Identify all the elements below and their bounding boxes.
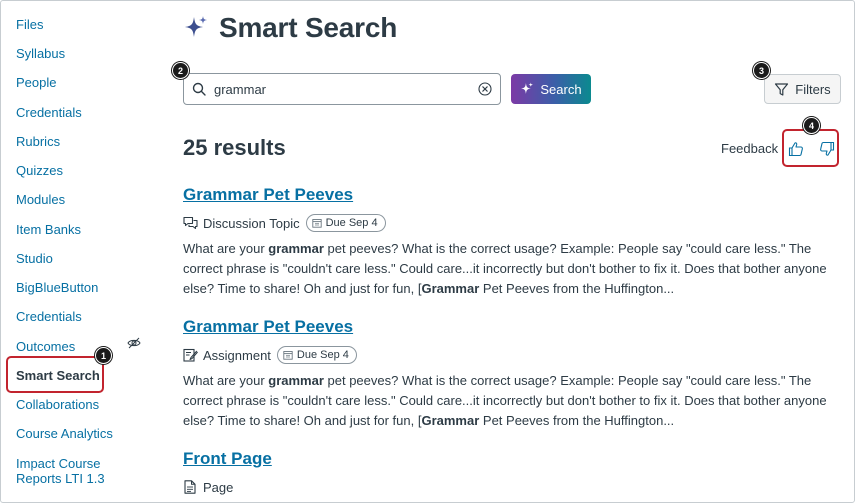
snippet-text: Pet Peeves from the Huffington... xyxy=(479,413,675,428)
search-input[interactable] xyxy=(214,81,478,97)
callout-1: 1 xyxy=(95,347,112,364)
thumbs-down-button[interactable] xyxy=(816,138,838,160)
result-type: Page xyxy=(203,479,234,495)
page-header: Smart Search xyxy=(183,11,397,45)
sparkle-icon xyxy=(185,16,207,37)
result-item: Front Page Page xyxy=(183,449,843,497)
search-button-label: Search xyxy=(540,81,582,97)
thumbs-up-button[interactable] xyxy=(785,138,807,160)
nav-item-rubrics[interactable]: Rubrics xyxy=(16,134,60,150)
smart-search-highlight xyxy=(6,356,104,393)
due-date-text: Due Sep 4 xyxy=(296,349,349,361)
filter-icon xyxy=(775,82,789,96)
result-title-link[interactable]: Front Page xyxy=(183,449,843,469)
due-date-badge: Due Sep 4 xyxy=(305,214,386,232)
nav-item-outcomes[interactable]: Outcomes xyxy=(16,339,75,355)
result-item: Grammar Pet Peeves Discussion Topic Due … xyxy=(183,185,843,299)
highlighted-term: grammar xyxy=(268,241,324,256)
calendar-icon xyxy=(283,351,293,360)
due-date-badge: Due Sep 4 xyxy=(276,346,357,364)
result-title-link[interactable]: Grammar Pet Peeves xyxy=(183,317,843,337)
result-type: Discussion Topic xyxy=(203,215,300,231)
nav-item-bigbluebutton[interactable]: BigBlueButton xyxy=(16,280,98,296)
due-date-text: Due Sep 4 xyxy=(325,217,378,229)
nav-item-quizzes[interactable]: Quizzes xyxy=(16,163,63,179)
callout-2: 2 xyxy=(172,62,189,79)
filters-button[interactable]: Filters xyxy=(764,74,841,104)
highlighted-term: Grammar xyxy=(421,281,480,296)
snippet-text: What are your xyxy=(183,241,269,256)
results-count: 25 results xyxy=(183,135,286,160)
nav-item-credentials[interactable]: Credentials xyxy=(16,105,82,121)
feedback-label: Feedback xyxy=(721,141,779,156)
result-meta: Assignment Due Sep 4 xyxy=(183,345,843,365)
page-icon xyxy=(184,480,196,494)
nav-item-credentials-2[interactable]: Credentials xyxy=(16,309,82,325)
result-snippet: What are your grammar pet peeves? What i… xyxy=(183,239,843,299)
nav-item-studio[interactable]: Studio xyxy=(16,251,53,267)
result-type: Assignment xyxy=(203,347,271,363)
app-window: Files Syllabus People Credentials Rubric… xyxy=(0,0,855,503)
result-meta: Discussion Topic Due Sep 4 xyxy=(183,213,843,233)
nav-item-item-banks[interactable]: Item Banks xyxy=(16,222,81,238)
result-meta: Page xyxy=(183,477,843,497)
filters-button-label: Filters xyxy=(795,81,831,97)
callout-3: 3 xyxy=(753,62,770,79)
sparkle-icon xyxy=(521,82,534,94)
nav-item-modules[interactable]: Modules xyxy=(16,192,65,208)
highlighted-term: Grammar xyxy=(421,413,480,428)
discussion-icon xyxy=(183,216,198,230)
course-navigation: Files Syllabus People Credentials Rubric… xyxy=(1,1,151,502)
result-title-link[interactable]: Grammar Pet Peeves xyxy=(183,185,843,205)
search-button[interactable]: Search xyxy=(511,74,591,104)
nav-item-people[interactable]: People xyxy=(16,75,56,91)
thumbs-down-icon xyxy=(820,141,835,156)
snippet-text: Pet Peeves from the Huffington... xyxy=(479,281,675,296)
nav-item-course-analytics[interactable]: Course Analytics xyxy=(16,426,113,442)
search-field[interactable] xyxy=(183,73,501,105)
nav-item-files[interactable]: Files xyxy=(16,17,43,33)
snippet-text: What are your xyxy=(183,373,269,388)
search-icon xyxy=(192,82,206,96)
callout-4: 4 xyxy=(803,117,820,134)
eye-slash-icon xyxy=(127,337,141,349)
calendar-icon xyxy=(311,219,322,228)
thumbs-up-icon xyxy=(788,142,803,157)
nav-item-collaborations[interactable]: Collaborations xyxy=(16,397,99,413)
highlighted-term: grammar xyxy=(268,373,324,388)
nav-item-syllabus[interactable]: Syllabus xyxy=(16,46,65,62)
page-title: Smart Search xyxy=(219,12,398,43)
nav-item-impact-course-reports[interactable]: Impact Course Reports LTI 1.3 xyxy=(16,456,126,486)
clear-search-icon[interactable] xyxy=(478,82,492,96)
result-snippet: What are your grammar pet peeves? What i… xyxy=(183,371,843,431)
result-item: Grammar Pet Peeves Assignment Due Sep 4 … xyxy=(183,317,843,431)
assignment-icon xyxy=(183,348,198,362)
